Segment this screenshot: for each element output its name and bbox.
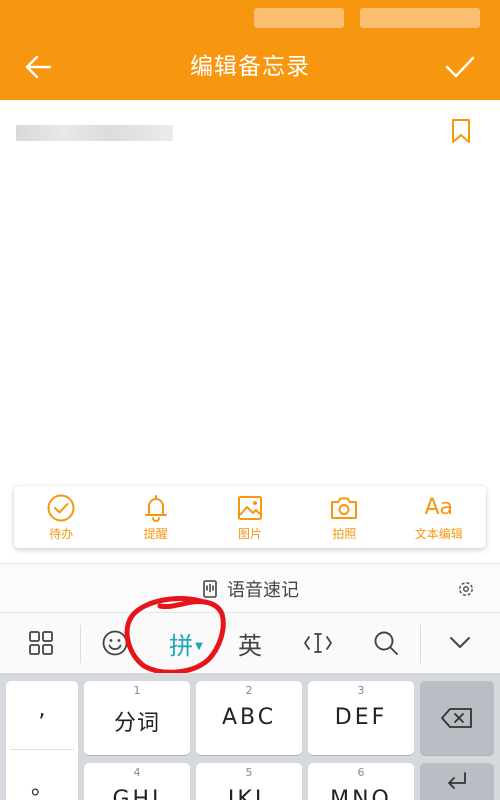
todo-label: 待办: [49, 527, 74, 541]
gear-icon: [459, 582, 473, 596]
note-title-blurred[interactable]: [16, 125, 173, 141]
key-number: 1: [133, 684, 141, 697]
key-label: JKL: [227, 787, 271, 800]
camera-icon: [331, 497, 358, 519]
note-editor-body[interactable]: [0, 150, 500, 480]
key-5[interactable]: 5 JKL: [196, 763, 302, 800]
reminder-label: 提醒: [143, 527, 168, 541]
symbol-key[interactable]: [420, 763, 494, 800]
bookmark-button[interactable]: [448, 116, 474, 146]
cursor-move-icon: [304, 633, 332, 653]
voice-note-icon: [203, 580, 217, 598]
key-number: 3: [357, 684, 365, 697]
keyboard: , 。 1 分词 2 ABC 3 DEF 4 GHI 5 JKL 6 MNO: [0, 673, 500, 800]
key-1[interactable]: 1 分词: [84, 681, 190, 755]
key-3[interactable]: 3 DEF: [308, 681, 414, 755]
key-number: 4: [133, 766, 141, 779]
chevron-down-icon: [450, 637, 470, 648]
ime-toolbar: 拼 ▼ 英: [0, 613, 500, 673]
image-icon: [237, 496, 262, 520]
text-format-icon: Aa: [424, 495, 454, 520]
return-arrow-icon: [448, 772, 466, 789]
english-mode-label: 英: [238, 631, 262, 660]
ime-divider: [420, 625, 421, 663]
checkmark-icon: [445, 56, 475, 78]
key-2[interactable]: 2 ABC: [196, 681, 302, 755]
check-circle-icon: [47, 494, 75, 522]
todo-button[interactable]: 待办: [21, 489, 101, 545]
voice-note-label: 语音速记: [227, 580, 299, 601]
image-button[interactable]: 图片: [210, 489, 290, 545]
key-6[interactable]: 6 MNO: [308, 763, 414, 800]
key-label: GHI: [112, 787, 162, 800]
key-number: 5: [245, 766, 253, 779]
key-4[interactable]: 4 GHI: [84, 763, 190, 800]
page-title: 编辑备忘录: [190, 54, 310, 80]
status-bar-blurred: [254, 8, 344, 28]
save-button[interactable]: [440, 50, 480, 84]
app-bar: 编辑备忘录: [0, 0, 500, 100]
backspace-key[interactable]: [420, 681, 494, 755]
backspace-icon: [441, 708, 472, 728]
bookmark-icon: [452, 119, 470, 143]
voice-note-bar[interactable]: 语音速记: [0, 563, 500, 613]
comma-key[interactable]: ,: [6, 697, 78, 722]
key-label: DEF: [334, 705, 388, 730]
ime-menu-button[interactable]: [20, 613, 62, 673]
voice-note-button[interactable]: 语音速记: [0, 564, 500, 614]
keyboard-collapse-button[interactable]: [438, 613, 482, 673]
camera-label: 拍照: [332, 527, 357, 541]
emoji-button[interactable]: [94, 613, 136, 673]
bell-icon: [144, 495, 167, 522]
camera-button[interactable]: 拍照: [304, 489, 384, 545]
english-mode-button[interactable]: 英: [228, 613, 272, 673]
pinyin-mode-label: 拼: [169, 631, 194, 660]
key-label: 分词: [113, 711, 160, 736]
status-bar-blurred: [360, 8, 480, 28]
caret-down-icon: ▼: [195, 640, 203, 652]
key-label: MNO: [330, 787, 392, 800]
key-number: 2: [245, 684, 253, 697]
text-format-button[interactable]: Aa 文本编辑: [399, 489, 479, 545]
period-key[interactable]: 。: [6, 769, 78, 800]
ime-search-button[interactable]: [364, 613, 408, 673]
search-icon: [374, 631, 398, 655]
pinyin-mode-button[interactable]: 拼 ▼: [158, 613, 214, 673]
key-number: 6: [357, 766, 365, 779]
punctuation-divider: [10, 749, 74, 750]
grid-icon: [29, 631, 53, 655]
voice-settings-button[interactable]: [456, 579, 476, 599]
editor-toolbar: 待办 提醒 图片 拍照 Aa 文本编辑: [14, 486, 486, 548]
text-format-label: 文本编辑: [414, 527, 463, 541]
ime-divider: [80, 625, 81, 663]
image-label: 图片: [237, 527, 262, 541]
cursor-control-button[interactable]: [296, 613, 340, 673]
emoji-icon: [102, 630, 128, 656]
punctuation-column[interactable]: , 。: [6, 681, 78, 800]
reminder-button[interactable]: 提醒: [116, 489, 196, 545]
key-label: ABC: [221, 705, 277, 730]
